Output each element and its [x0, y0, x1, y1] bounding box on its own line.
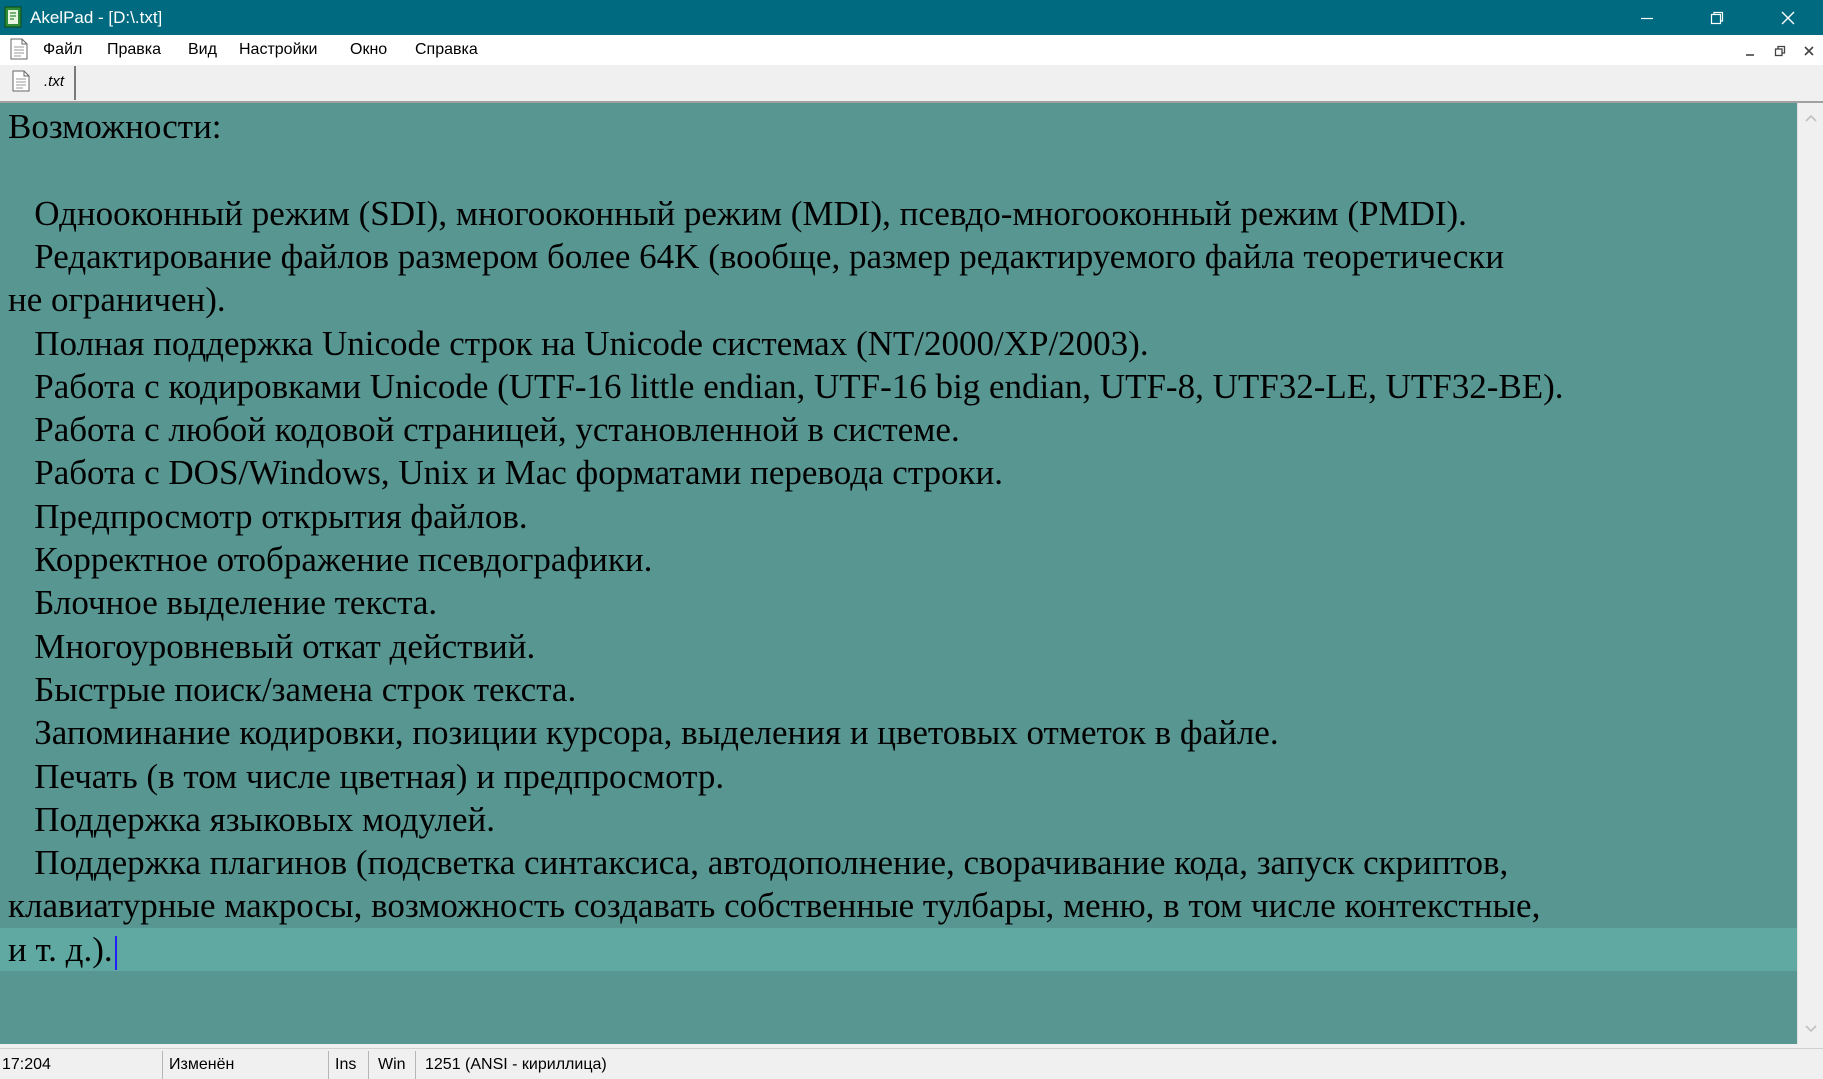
editor-line-text: Поддержка плагинов (подсветка синтаксиса…: [8, 843, 1509, 883]
editor-line[interactable]: Возможности:: [0, 105, 1797, 148]
close-icon: [1781, 11, 1795, 24]
menu-window[interactable]: Окно: [350, 35, 387, 65]
minimize-button[interactable]: [1612, 0, 1682, 35]
editor-line-text: Работа с кодировками Unicode (UTF-16 lit…: [8, 366, 1564, 406]
menu-file[interactable]: Файл: [43, 35, 82, 65]
status-newline: Win: [376, 1051, 416, 1079]
editor-line-text: Полная поддержка Unicode строк на Unicod…: [8, 323, 1149, 363]
title-bar: AkelPad - [D:\.txt]: [0, 0, 1823, 35]
menu-view[interactable]: Вид: [188, 35, 217, 65]
mdi-close-icon: [1804, 46, 1814, 56]
scroll-up-button[interactable]: [1798, 105, 1823, 131]
editor-line[interactable]: Предпросмотр открытия файлов.: [0, 495, 1797, 538]
status-codepage: 1251 (ANSI - кириллица): [425, 1056, 607, 1073]
editor-line-text: Возможности:: [8, 107, 222, 146]
tab-document[interactable]: .txt: [2, 66, 76, 100]
text-editor[interactable]: Возможности: Однооконный режим (SDI), мн…: [0, 103, 1797, 1044]
editor-line-text: Предпросмотр открытия файлов.: [8, 496, 528, 536]
editor-line[interactable]: Однооконный режим (SDI), многооконный ре…: [0, 192, 1797, 235]
editor-line[interactable]: Печать (в том числе цветная) и предпросм…: [0, 755, 1797, 798]
status-bar: 17:204 Изменён Ins Win 1251 (ANSI - кири…: [0, 1048, 1823, 1079]
editor-current-line[interactable]: и т. д.).: [0, 927, 1797, 971]
editor-line-text: клавиатурные макросы, возможность создав…: [8, 886, 1541, 926]
editor-line-text: Запоминание кодировки, позиции курсора, …: [8, 713, 1279, 753]
chevron-up-icon: [1805, 114, 1817, 122]
editor-line[interactable]: [0, 148, 1797, 191]
editor-line-text: Работа с любой кодовой страницей, устано…: [8, 410, 960, 450]
editor-line-text: Многоуровневый откат действий.: [8, 626, 536, 666]
mdi-close-button[interactable]: [1799, 43, 1819, 59]
status-insert-mode: Ins: [333, 1051, 369, 1079]
document-icon: [12, 70, 30, 92]
editor-line-text: не ограничен).: [8, 280, 226, 320]
menu-edit[interactable]: Правка: [107, 35, 161, 65]
mdi-restore-button[interactable]: [1770, 43, 1790, 59]
mdi-minimize-icon: [1746, 54, 1754, 56]
text-caret: [114, 935, 117, 970]
editor-line-text: и т. д.).: [8, 929, 113, 969]
scroll-down-button[interactable]: [1798, 1016, 1823, 1042]
document-menu-icon[interactable]: [10, 38, 28, 60]
editor-line-text: Редактирование файлов размером более 64K…: [8, 236, 1505, 276]
minimize-icon: [1641, 17, 1653, 19]
editor-line-text: Быстрые поиск/замена строк текста.: [8, 669, 577, 709]
restore-button[interactable]: [1682, 0, 1752, 35]
editor-line[interactable]: не ограничен).: [0, 278, 1797, 321]
editor-line[interactable]: Поддержка плагинов (подсветка синтаксиса…: [0, 841, 1797, 884]
menu-help[interactable]: Справка: [415, 35, 478, 65]
status-cursor-position: 17:204: [0, 1051, 163, 1079]
editor-line-text: Однооконный режим (SDI), многооконный ре…: [8, 193, 1467, 233]
editor-line-text: Печать (в том числе цветная) и предпросм…: [8, 756, 725, 796]
menu-bar: Файл Правка Вид Настройки Окно Справка: [0, 35, 1823, 65]
status-modified: Изменён: [167, 1051, 329, 1079]
editor-line[interactable]: Запоминание кодировки, позиции курсора, …: [0, 711, 1797, 754]
editor-line[interactable]: клавиатурные макросы, возможность создав…: [0, 884, 1797, 927]
restore-icon: [1710, 11, 1724, 24]
editor-line[interactable]: Редактирование файлов размером более 64K…: [0, 235, 1797, 278]
tab-strip: .txt: [0, 65, 1823, 103]
editor-line[interactable]: Работа с DOS/Windows, Unix и Mac формата…: [0, 451, 1797, 494]
editor-line[interactable]: Быстрые поиск/замена строк текста.: [0, 668, 1797, 711]
chevron-down-icon: [1805, 1025, 1817, 1033]
tab-label: .txt: [44, 73, 65, 90]
editor-line[interactable]: Поддержка языковых модулей.: [0, 798, 1797, 841]
menu-settings[interactable]: Настройки: [239, 35, 317, 65]
editor-line[interactable]: Многоуровневый откат действий.: [0, 625, 1797, 668]
vertical-scrollbar[interactable]: [1797, 103, 1823, 1044]
akelpad-icon: [4, 6, 22, 28]
editor-line[interactable]: Блочное выделение текста.: [0, 581, 1797, 624]
close-button[interactable]: [1753, 0, 1823, 35]
editor-line[interactable]: Полная поддержка Unicode строк на Unicod…: [0, 322, 1797, 365]
mdi-minimize-button[interactable]: [1740, 43, 1760, 59]
editor-line[interactable]: Работа с кодировками Unicode (UTF-16 lit…: [0, 365, 1797, 408]
editor-line[interactable]: Корректное отображение псевдографики.: [0, 538, 1797, 581]
editor-line-text: Работа с DOS/Windows, Unix и Mac формата…: [8, 453, 1004, 493]
editor-line-text: Корректное отображение псевдографики.: [8, 540, 653, 579]
editor-line-text: Поддержка языковых модулей.: [8, 799, 495, 839]
editor-line-text: Блочное выделение текста.: [8, 583, 438, 623]
window-title: AkelPad - [D:\.txt]: [30, 8, 163, 27]
editor-line[interactable]: Работа с любой кодовой страницей, устано…: [0, 408, 1797, 451]
mdi-restore-icon: [1774, 45, 1786, 57]
